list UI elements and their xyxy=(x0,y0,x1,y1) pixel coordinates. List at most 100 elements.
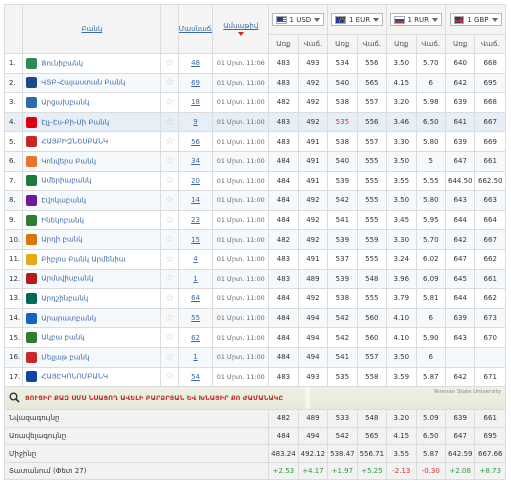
favorite-toggle[interactable]: ☆ xyxy=(160,268,179,290)
currency-select-usd[interactable]: 1 USD xyxy=(268,4,329,35)
branches-count[interactable]: 1 xyxy=(177,346,214,368)
bank-name[interactable]: Արարատբանկ xyxy=(41,314,96,322)
rur-sell-header[interactable]: Վաճ. xyxy=(415,34,447,54)
favorite-toggle[interactable]: ☆ xyxy=(160,229,179,250)
eur-sell-header[interactable]: Վաճ. xyxy=(356,34,388,54)
branches-count[interactable]: 15 xyxy=(177,229,214,250)
bank-link[interactable]: Կոնվերս Բանկ xyxy=(22,150,162,172)
favorite-toggle[interactable]: ☆ xyxy=(160,72,179,94)
bank-link[interactable]: Մելլաթ բանկ xyxy=(22,346,162,368)
bank-link[interactable]: Ցունիբանկ xyxy=(22,53,162,74)
favorite-toggle[interactable]: ☆ xyxy=(160,248,179,270)
bank-name[interactable]: Արդշինբանկ xyxy=(41,294,88,302)
star-icon[interactable]: ☆ xyxy=(165,332,174,343)
bank-link[interactable]: Ակբա բանկ xyxy=(22,327,162,348)
branches-column-header[interactable]: Մասնաճյուղեր xyxy=(177,4,214,54)
star-icon[interactable]: ☆ xyxy=(165,117,174,128)
star-icon[interactable]: ☆ xyxy=(165,215,174,226)
branches-count[interactable]: 48 xyxy=(177,53,214,74)
bank-name[interactable]: Ամերիաբանկ xyxy=(41,177,91,185)
branches-count[interactable]: 1 xyxy=(177,268,214,290)
star-icon[interactable]: ☆ xyxy=(165,234,174,245)
favorite-toggle[interactable]: ☆ xyxy=(160,53,179,74)
bank-link[interactable]: Արդի բանկ xyxy=(22,229,162,250)
bank-link[interactable]: Էվոկաբանկ xyxy=(22,190,162,211)
branches-count[interactable]: 14 xyxy=(177,190,214,211)
bank-link[interactable]: Ամերիաբանկ xyxy=(22,170,162,192)
favorite-toggle[interactable]: ☆ xyxy=(160,170,179,192)
star-icon[interactable]: ☆ xyxy=(165,254,174,265)
branches-count[interactable]: 20 xyxy=(177,170,214,192)
favorite-toggle[interactable]: ☆ xyxy=(160,111,179,133)
star-icon[interactable]: ☆ xyxy=(165,313,174,324)
favorite-toggle[interactable]: ☆ xyxy=(160,150,179,172)
bank-link[interactable]: Էյչ-Էս-Բի-Սի Բանկ xyxy=(22,111,162,133)
bank-name[interactable]: ՀԱՅԷԿՈՆՈՄԲԱՆԿ xyxy=(41,373,108,381)
gbp-buy-header[interactable]: Առք xyxy=(444,34,476,54)
favorite-toggle[interactable]: ☆ xyxy=(160,190,179,211)
branches-count[interactable]: 56 xyxy=(177,131,214,152)
favorite-toggle[interactable]: ☆ xyxy=(160,307,179,329)
bank-name[interactable]: Կոնվերս Բանկ xyxy=(41,157,96,165)
bank-link[interactable]: Ինեկոբանկ xyxy=(22,209,162,231)
gbp-sell-header[interactable]: Վաճ. xyxy=(474,34,506,54)
currency-select-eur[interactable]: 1 EUR xyxy=(327,4,388,35)
eur-buy-header[interactable]: Առք xyxy=(327,34,358,54)
bank-link[interactable]: ՀԱՅԲԻԶՆԵՍԲԱՆԿ xyxy=(22,131,162,152)
star-icon[interactable]: ☆ xyxy=(165,136,174,147)
usd-buy-header[interactable]: Առք xyxy=(268,34,299,54)
bank-name[interactable]: Արմսվիսբանկ xyxy=(41,275,93,283)
star-icon[interactable]: ☆ xyxy=(165,195,174,206)
bank-link[interactable]: ՎՏԲ-Հայաստան Բանկ xyxy=(22,72,162,94)
find-nearest-branch-link[interactable]: ՑՈՒՑԻՐ ՔԱԶ ՍՄՍ ՆՍԱՑՈՂ ԱՎԵԼԻ ԲԱՐՁՐՅԱՆ ԵՎ … xyxy=(25,394,283,402)
rur-buy-header[interactable]: Առք xyxy=(386,34,417,54)
star-icon[interactable]: ☆ xyxy=(165,352,174,363)
favorite-toggle[interactable]: ☆ xyxy=(160,366,179,388)
star-icon[interactable]: ☆ xyxy=(165,58,174,69)
bank-link[interactable]: Արմսվիսբանկ xyxy=(22,268,162,290)
bank-name[interactable]: Ցունիբանկ xyxy=(41,59,83,67)
favorite-toggle[interactable]: ☆ xyxy=(160,346,179,368)
currency-select-gbp[interactable]: 1 GBP xyxy=(445,4,506,35)
bank-link[interactable]: Արդշինբանկ xyxy=(22,288,162,309)
bank-name[interactable]: Արդի բանկ xyxy=(41,236,82,244)
bank-name[interactable]: ՀԱՅԲԻԶՆԵՍԲԱՆԿ xyxy=(41,138,108,146)
favorite-toggle[interactable]: ☆ xyxy=(160,92,179,113)
bank-link[interactable]: Բիբլոս Բանկ Արմենիա xyxy=(22,248,162,270)
bank-name[interactable]: Էվոկաբանկ xyxy=(41,196,86,204)
currency-select-rur[interactable]: 1 RUR xyxy=(386,4,446,35)
favorite-toggle[interactable]: ☆ xyxy=(160,209,179,231)
star-icon[interactable]: ☆ xyxy=(165,77,174,88)
map-banner[interactable]: ՑՈՒՑԻՐ ՔԱԶ ՍՄՍ ՆՍԱՑՈՂ ԱՎԵԼԻ ԲԱՐՁՐՅԱՆ ԵՎ … xyxy=(4,386,506,411)
bank-name[interactable]: Բիբլոս Բանկ Արմենիա xyxy=(41,255,125,263)
star-icon[interactable]: ☆ xyxy=(165,293,174,304)
date-column-header[interactable]: Ամսաթիվ xyxy=(212,4,270,54)
favorite-toggle[interactable]: ☆ xyxy=(160,288,179,309)
branches-count[interactable]: 55 xyxy=(177,307,214,329)
star-icon[interactable]: ☆ xyxy=(165,97,174,108)
branches-count[interactable]: 54 xyxy=(177,366,214,388)
branches-count[interactable]: 23 xyxy=(177,209,214,231)
favorite-toggle[interactable]: ☆ xyxy=(160,327,179,348)
star-icon[interactable]: ☆ xyxy=(165,175,174,186)
bank-name[interactable]: Մելլաթ բանկ xyxy=(41,353,89,361)
branches-count[interactable]: 34 xyxy=(177,150,214,172)
bank-name[interactable]: ՎՏԲ-Հայաստան Բանկ xyxy=(41,79,125,87)
branches-count[interactable]: 69 xyxy=(177,72,214,94)
branches-count[interactable]: 4 xyxy=(177,248,214,270)
bank-link[interactable]: Արարատբանկ xyxy=(22,307,162,329)
usd-sell-header[interactable]: Վաճ. xyxy=(297,34,329,54)
bank-name[interactable]: Ինեկոբանկ xyxy=(41,216,84,224)
bank-column-header[interactable]: Բանկ xyxy=(22,4,162,54)
bank-name[interactable]: Էյչ-Էս-Բի-Սի Բանկ xyxy=(41,118,109,126)
star-icon[interactable]: ☆ xyxy=(165,371,174,382)
branches-count[interactable]: 62 xyxy=(177,327,214,348)
branches-count[interactable]: 18 xyxy=(177,92,214,113)
star-icon[interactable]: ☆ xyxy=(165,156,174,167)
star-icon[interactable]: ☆ xyxy=(165,273,174,284)
bank-name[interactable]: Արցախբանկ xyxy=(41,98,89,106)
branches-count[interactable]: 64 xyxy=(177,288,214,309)
favorite-toggle[interactable]: ☆ xyxy=(160,131,179,152)
bank-link[interactable]: ՀԱՅԷԿՈՆՈՄԲԱՆԿ xyxy=(22,366,162,388)
bank-name[interactable]: Ակբա բանկ xyxy=(41,334,84,342)
